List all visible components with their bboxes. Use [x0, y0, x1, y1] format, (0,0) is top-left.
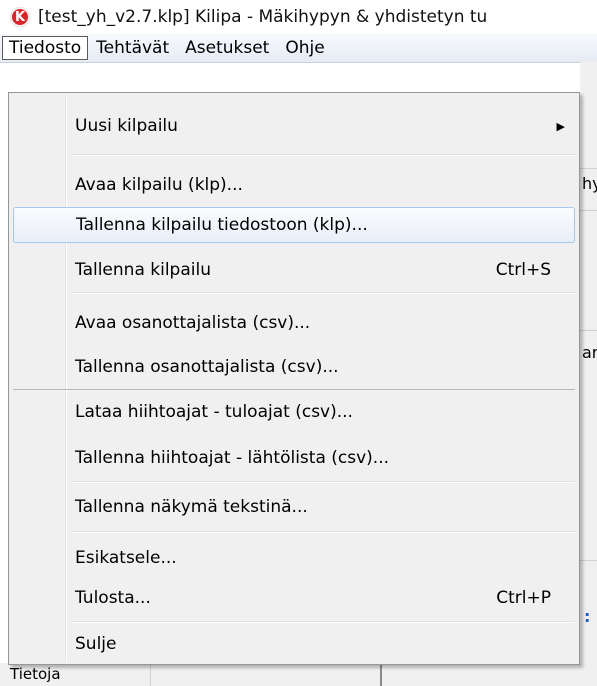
shortcut-label: Ctrl+P — [496, 588, 551, 608]
menu-item-new-competition[interactable]: Uusi kilpailu ▶ — [13, 108, 575, 144]
menu-item-label: Esikatsele... — [75, 548, 177, 568]
window-title: [test_yh_v2.7.klp] Kilipa - Mäkihypyn & … — [38, 7, 488, 27]
menu-item-open-participants[interactable]: Avaa osanottajalista (csv)... — [13, 305, 575, 341]
menu-item-open-competition[interactable]: Avaa kilpailu (klp)... — [13, 167, 575, 203]
menu-item-save-skiers[interactable]: Tallenna hiihtoajat - lähtölista (csv)..… — [13, 440, 575, 476]
menu-item-label: Tallenna osanottajalista (csv)... — [75, 357, 339, 377]
status-divider — [150, 663, 151, 686]
menu-item-label: Tallenna kilpailu tiedostoon (klp)... — [76, 215, 368, 235]
background-text: hy — [582, 174, 597, 193]
status-divider — [380, 663, 382, 686]
background-divider — [580, 210, 597, 211]
menu-item-label: Tallenna hiihtoajat - lähtölista (csv)..… — [75, 448, 390, 468]
shortcut-label: Ctrl+S — [495, 260, 551, 280]
menu-separator — [71, 481, 575, 483]
menu-separator — [71, 531, 575, 533]
menu-item-label: Avaa osanottajalista (csv)... — [75, 313, 311, 333]
menu-ohje[interactable]: Ohje — [277, 36, 332, 60]
menu-item-label: Uusi kilpailu — [75, 116, 178, 136]
menu-bar: Tiedosto Tehtävät Asetukset Ohje — [0, 34, 597, 63]
background-divider — [580, 168, 597, 169]
menu-item-label: Lataa hiihtoajat - tuloajat (csv)... — [75, 402, 353, 422]
menu-item-preview[interactable]: Esikatsele... — [13, 540, 575, 576]
menu-item-save-to-file[interactable]: Tallenna kilpailu tiedostoon (klp)... — [13, 207, 575, 243]
menu-separator — [13, 389, 575, 390]
menu-item-label: Tallenna näkymä tekstinä... — [75, 497, 308, 517]
menu-item-save-participants[interactable]: Tallenna osanottajalista (csv)... — [13, 349, 575, 385]
background-text: : — [584, 607, 591, 626]
status-text: Tietoja — [10, 665, 61, 683]
menu-tiedosto[interactable]: Tiedosto — [2, 36, 89, 60]
menu-separator — [71, 292, 575, 294]
menu-item-label: Tallenna kilpailu — [75, 260, 211, 280]
background-panel — [580, 62, 597, 686]
submenu-arrow-icon: ▶ — [556, 119, 565, 133]
menu-separator — [71, 621, 575, 623]
status-bar — [0, 663, 597, 686]
menu-item-save-competition[interactable]: Tallenna kilpailu Ctrl+S — [13, 252, 575, 288]
menu-item-load-skiers[interactable]: Lataa hiihtoajat - tuloajat (csv)... — [13, 394, 575, 430]
background-divider — [580, 330, 597, 331]
menu-item-save-view[interactable]: Tallenna näkymä tekstinä... — [13, 489, 575, 525]
menu-item-label: Tulosta... — [75, 588, 151, 608]
menu-tehtavat[interactable]: Tehtävät — [88, 36, 177, 60]
menu-separator — [71, 154, 575, 156]
title-bar: K [test_yh_v2.7.klp] Kilipa - Mäkihypyn … — [0, 0, 597, 34]
menu-item-label: Avaa kilpailu (klp)... — [75, 175, 243, 195]
file-menu-dropdown: Uusi kilpailu ▶ Avaa kilpailu (klp)... T… — [8, 92, 580, 665]
menu-asetukset[interactable]: Asetukset — [177, 36, 277, 60]
background-text: ar — [582, 343, 597, 362]
background-divider — [580, 560, 597, 561]
app-logo-icon: K — [10, 7, 30, 27]
menu-item-label: Sulje — [75, 634, 117, 654]
menu-item-close[interactable]: Sulje — [13, 626, 575, 662]
menu-item-print[interactable]: Tulosta... Ctrl+P — [13, 580, 575, 616]
